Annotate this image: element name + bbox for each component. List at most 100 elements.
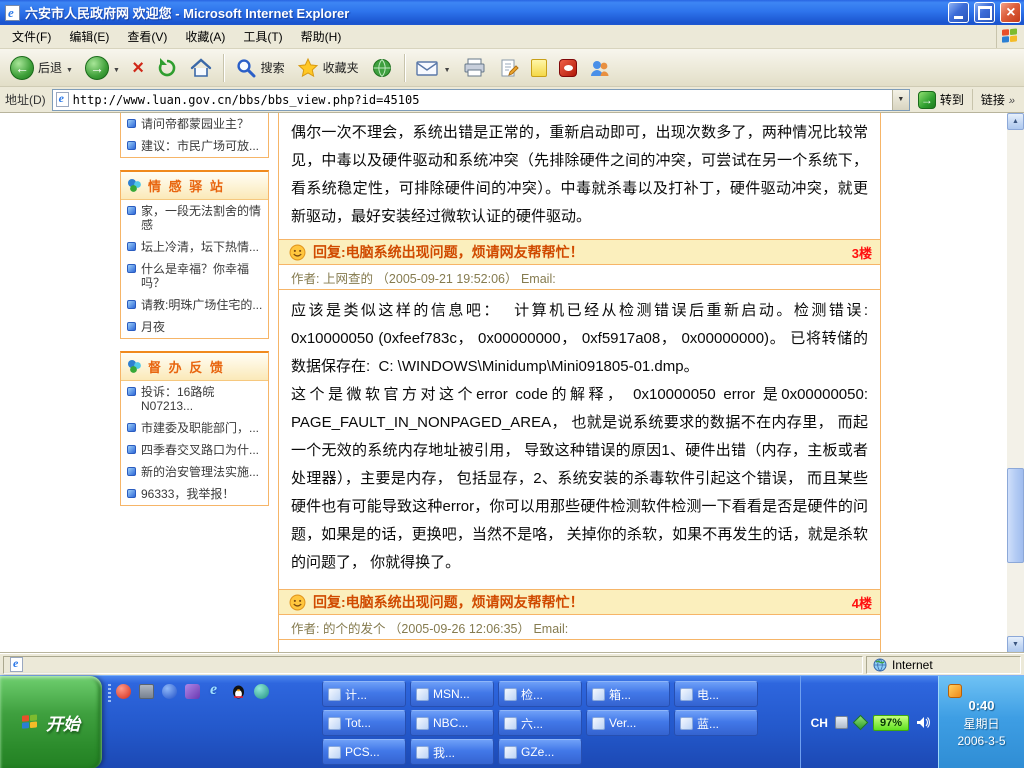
sidebar-topic-link[interactable]: 建议：市民广场可放...: [121, 135, 268, 157]
sidebar-topic-link[interactable]: 请问帝都蒙园业主？: [121, 113, 268, 135]
ie-launch-icon[interactable]: [208, 684, 223, 699]
print-button[interactable]: [458, 55, 492, 81]
task-button[interactable]: 计...: [322, 681, 406, 707]
task-button[interactable]: 检...: [498, 681, 582, 707]
history-button[interactable]: [366, 54, 398, 82]
tray-app-icon[interactable]: [835, 716, 848, 729]
close-button[interactable]: [1000, 2, 1021, 23]
reply-floor-badge: 4楼: [852, 593, 872, 612]
minimize-button[interactable]: [948, 2, 969, 23]
bullet-icon: [127, 322, 136, 331]
sidebar-topic-link[interactable]: 96333，我举报！: [121, 483, 268, 505]
refresh-button[interactable]: [151, 54, 183, 82]
menu-view[interactable]: 查看(V): [118, 25, 176, 48]
links-button[interactable]: 链接: [972, 89, 1019, 110]
security-zone-panel: Internet: [866, 656, 1021, 674]
quick-launch-handle[interactable]: [108, 684, 111, 702]
notification-icon[interactable]: [948, 684, 962, 698]
task-button[interactable]: 我...: [410, 739, 494, 765]
stop-button[interactable]: [127, 56, 149, 80]
menu-favorites[interactable]: 收藏(A): [176, 25, 234, 48]
task-button[interactable]: Tot...: [322, 710, 406, 736]
start-button[interactable]: 开始: [0, 676, 102, 768]
page-icon: [56, 92, 69, 107]
floppy-app-icon[interactable]: [139, 684, 154, 699]
task-button[interactable]: MSN...: [410, 681, 494, 707]
menu-edit[interactable]: 编辑(E): [60, 25, 118, 48]
task-button[interactable]: 箱...: [586, 681, 670, 707]
sidebar-topic-link[interactable]: 家，一段无法割舍的情感: [121, 200, 268, 236]
forward-button[interactable]: [80, 53, 125, 83]
task-label: 计...: [345, 686, 367, 703]
quick-launch-bar: [116, 684, 269, 699]
topic-label: 月夜: [141, 320, 165, 334]
task-button[interactable]: 电...: [674, 681, 758, 707]
home-button[interactable]: [185, 54, 217, 82]
sidebar-topic-link[interactable]: 月夜: [121, 316, 268, 338]
task-button[interactable]: 蓝...: [674, 710, 758, 736]
task-button[interactable]: 六...: [498, 710, 582, 736]
address-field: [52, 89, 910, 111]
scroll-up-button[interactable]: [1007, 113, 1024, 130]
mail-button[interactable]: [411, 55, 456, 81]
go-button[interactable]: 转到: [916, 91, 966, 109]
bullet-icon: [127, 467, 136, 476]
sidebar-topic-link[interactable]: 投诉：16路皖N07213...: [121, 381, 268, 417]
scroll-down-button[interactable]: [1007, 636, 1024, 653]
language-indicator[interactable]: CH: [811, 716, 828, 730]
address-label: 地址(D): [5, 91, 46, 108]
window-icon: [328, 717, 341, 730]
menu-tools[interactable]: 工具(T): [234, 25, 291, 48]
edit-button[interactable]: [494, 55, 524, 81]
purple-app-icon[interactable]: [185, 684, 200, 699]
topic-label: 什么是幸福？你幸福吗？: [141, 262, 265, 290]
reply-floor-badge: 3楼: [852, 243, 872, 262]
task-label: NBC...: [433, 716, 468, 730]
refresh-icon: [156, 57, 178, 79]
window-icon: [504, 688, 517, 701]
bullet-icon: [127, 264, 136, 273]
notepad-button[interactable]: [526, 56, 552, 80]
vertical-scrollbar[interactable]: [1007, 113, 1024, 653]
sidebar-topic-link[interactable]: 什么是幸福？你幸福吗？: [121, 258, 268, 294]
menu-help[interactable]: 帮助(H): [292, 25, 351, 48]
task-button[interactable]: NBC...: [410, 710, 494, 736]
address-dropdown-button[interactable]: [892, 90, 909, 110]
address-input[interactable]: [73, 91, 892, 109]
teal-app-icon[interactable]: [254, 684, 269, 699]
tray-shield-icon[interactable]: [853, 715, 869, 731]
forum-sidebar: 请问帝都蒙园业主？ 建议：市民广场可放... 情 感 驿 站 家，一段无法割舍的…: [120, 113, 269, 518]
bullet-icon: [127, 489, 136, 498]
home-icon: [190, 57, 212, 79]
sidebar-topic-link[interactable]: 新的治安管理法实施...: [121, 461, 268, 483]
sidebar-topic-link[interactable]: 请教:明珠广场住宅的...: [121, 294, 268, 316]
community-button[interactable]: [584, 55, 616, 81]
page-icon: [10, 657, 23, 672]
task-button[interactable]: Ver...: [586, 710, 670, 736]
maximize-button[interactable]: [974, 2, 995, 23]
status-bar: Internet: [0, 653, 1024, 675]
clock-panel[interactable]: 0:40 星期日 2006-3-5: [938, 676, 1024, 768]
sidebar-topic-link[interactable]: 市建委及职能部门，...: [121, 417, 268, 439]
bullet-icon: [127, 445, 136, 454]
messenger-app-icon[interactable]: [116, 684, 131, 699]
blue-app-icon[interactable]: [162, 684, 177, 699]
back-button[interactable]: 后退: [5, 53, 78, 83]
window-icon: [504, 746, 517, 759]
volume-icon[interactable]: [916, 716, 930, 729]
reply-author-line: 作者: 的个的发个 （2005-09-26 12:06:35） Email:: [279, 615, 880, 640]
favorites-button[interactable]: 收藏夹: [292, 54, 364, 82]
battery-indicator[interactable]: 97%: [873, 715, 909, 731]
task-button[interactable]: GZe...: [498, 739, 582, 765]
scrollbar-thumb[interactable]: [1007, 468, 1024, 563]
messenger-button[interactable]: [554, 56, 582, 80]
sidebar-topic-link[interactable]: 坛上冷清，坛下热情...: [121, 236, 268, 258]
topic-label: 投诉：16路皖N07213...: [141, 385, 265, 413]
sidebar-topic-link[interactable]: 四季春交叉路口为什...: [121, 439, 268, 461]
qq-penguin-icon[interactable]: [231, 684, 246, 699]
topic-label: 新的治安管理法实施...: [141, 465, 259, 479]
search-button[interactable]: 搜索: [230, 54, 290, 82]
menu-file[interactable]: 文件(F): [3, 25, 60, 48]
sidebar-topic-box: 请问帝都蒙园业主？ 建议：市民广场可放...: [120, 113, 269, 158]
task-button[interactable]: PCS...: [322, 739, 406, 765]
